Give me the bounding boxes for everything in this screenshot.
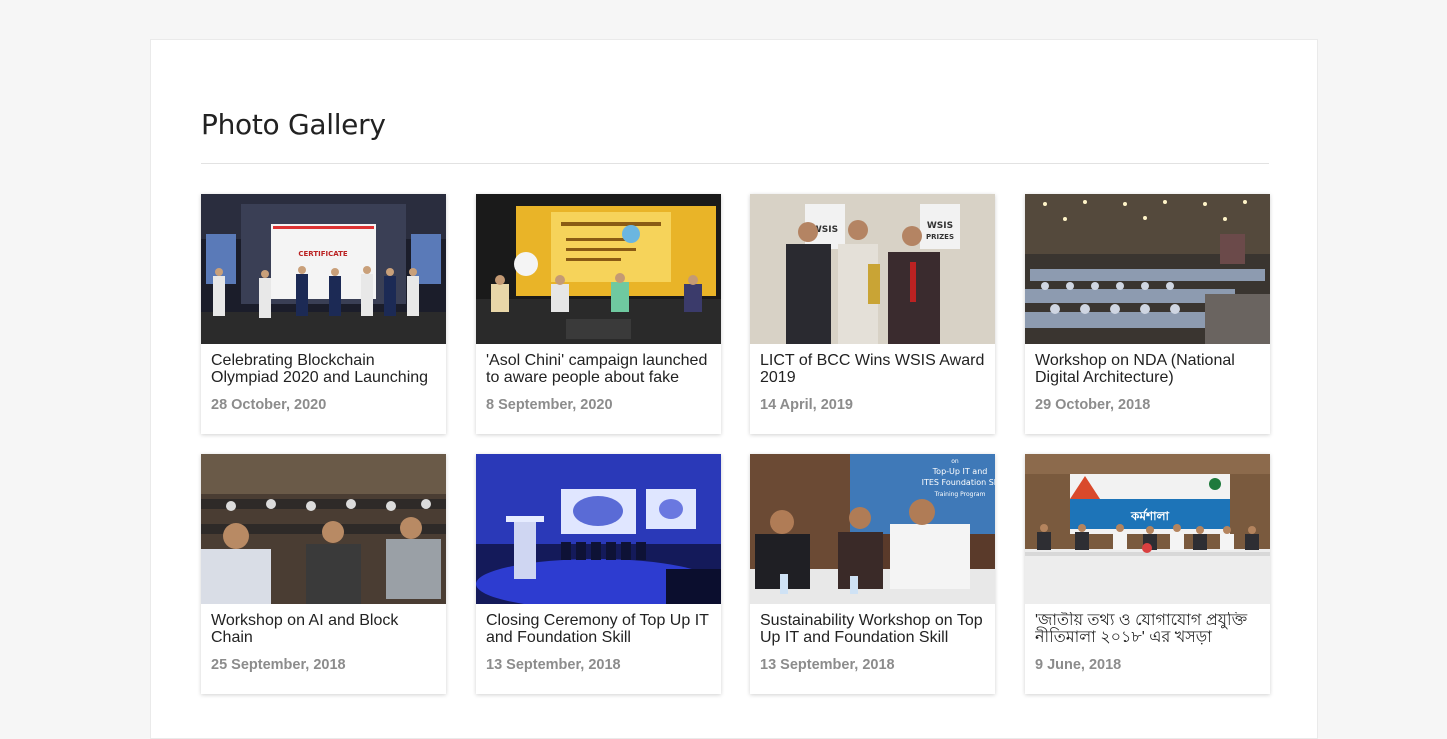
- gallery-card[interactable]: Closing Ceremony of Top Up IT and Founda…: [476, 454, 721, 694]
- prizes-text: PRIZES: [926, 233, 954, 241]
- gallery-thumbnail[interactable]: on Top-Up IT and ITES Foundation Sk Trai…: [750, 454, 995, 604]
- card-caption[interactable]: Workshop on NDA (National Digital Archit…: [1035, 352, 1263, 388]
- gallery-card[interactable]: WSIS WSIS PRIZES LICT of BCC Wins WSIS A…: [750, 194, 995, 434]
- banner-text-line3: Training Program: [934, 491, 986, 498]
- certificate-text: CERTIFICATE: [298, 250, 348, 258]
- gallery-thumbnail[interactable]: CERTIFICATE: [201, 194, 446, 344]
- stage-certificate-photo: CERTIFICATE: [201, 194, 446, 344]
- gallery-thumbnail[interactable]: [476, 454, 721, 604]
- gallery-card[interactable]: কর্মশালা 'জাতীয় তথ্য ও যোগাযোগ প্রযুক্ত…: [1025, 454, 1270, 694]
- banner-text-line2: ITES Foundation Sk: [922, 478, 995, 487]
- conference-hall-photo: [1025, 194, 1270, 344]
- page-title: Photo Gallery: [201, 108, 386, 141]
- award-ceremony-photo: WSIS WSIS PRIZES: [750, 194, 995, 344]
- banner-on-text: on: [951, 458, 959, 465]
- gallery-card[interactable]: Workshop on AI and Block Chain 25 Septem…: [201, 454, 446, 694]
- gallery-card[interactable]: CERTIFICATE Celebrating Blockchain Olymp…: [201, 194, 446, 434]
- card-date: 29 October, 2018: [1035, 397, 1151, 413]
- gallery-panel: Photo Gallery CERTIFICATE Celebrating Bl…: [150, 39, 1318, 739]
- title-divider: [201, 163, 1269, 164]
- gallery-card[interactable]: on Top-Up IT and ITES Foundation Sk Trai…: [750, 454, 995, 694]
- gallery-thumbnail[interactable]: [476, 194, 721, 344]
- card-caption[interactable]: 'Asol Chini' campaign launched to aware …: [486, 352, 714, 388]
- card-date: 13 September, 2018: [486, 657, 621, 673]
- card-date: 25 September, 2018: [211, 657, 346, 673]
- gallery-card[interactable]: 'Asol Chini' campaign launched to aware …: [476, 194, 721, 434]
- workshop-banner-photo: কর্মশালা: [1025, 454, 1270, 604]
- blue-stage-podium-photo: [476, 454, 721, 604]
- gallery-thumbnail[interactable]: [201, 454, 446, 604]
- banner-bengali-word: কর্মশালা: [1130, 508, 1170, 523]
- card-date: 13 September, 2018: [760, 657, 895, 673]
- card-caption[interactable]: Celebrating Blockchain Olympiad 2020 and…: [211, 352, 439, 388]
- gallery-thumbnail[interactable]: কর্মশালা: [1025, 454, 1270, 604]
- gallery-card[interactable]: Workshop on NDA (National Digital Archit…: [1025, 194, 1270, 434]
- gallery-thumbnail[interactable]: WSIS WSIS PRIZES: [750, 194, 995, 344]
- audience-seated-photo: [201, 454, 446, 604]
- card-caption[interactable]: Closing Ceremony of Top Up IT and Founda…: [486, 612, 714, 648]
- card-caption[interactable]: 'জাতীয় তথ্য ও যোগাযোগ প্রযুক্তি নীতিমাল…: [1035, 612, 1263, 648]
- card-date: 14 April, 2019: [760, 397, 853, 413]
- card-caption[interactable]: LICT of BCC Wins WSIS Award 2019: [760, 352, 988, 388]
- gallery-thumbnail[interactable]: [1025, 194, 1270, 344]
- card-caption[interactable]: Sustainability Workshop on Top Up IT and…: [760, 612, 988, 648]
- speakers-table-photo: on Top-Up IT and ITES Foundation Sk Trai…: [750, 454, 995, 604]
- banner-text-line1: Top-Up IT and: [932, 467, 988, 476]
- card-date: 28 October, 2020: [211, 397, 327, 413]
- yellow-stage-panel-photo: [476, 194, 721, 344]
- wsis-text: WSIS: [927, 221, 953, 231]
- card-date: 9 June, 2018: [1035, 657, 1122, 673]
- card-caption[interactable]: Workshop on AI and Block Chain: [211, 612, 439, 648]
- card-date: 8 September, 2020: [486, 397, 613, 413]
